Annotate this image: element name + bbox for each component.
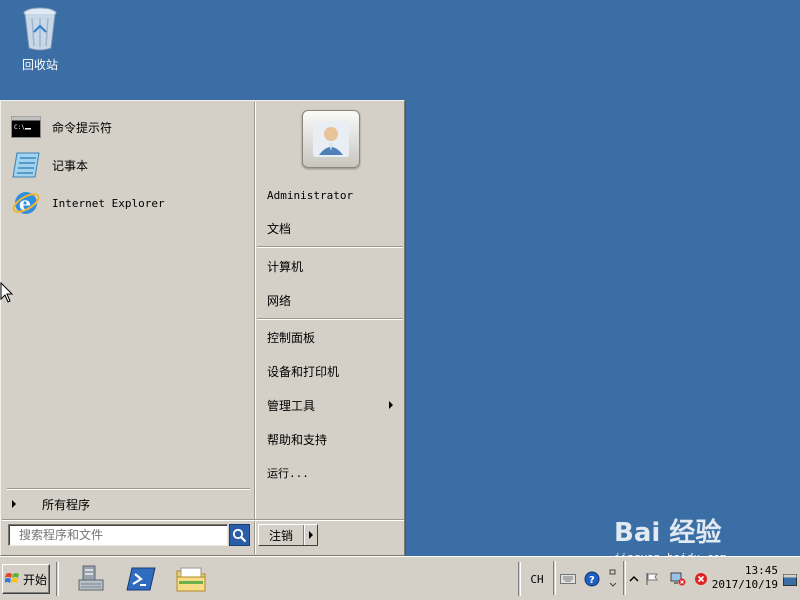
right-item-label: 运行... — [267, 467, 309, 480]
user-avatar[interactable] — [302, 110, 360, 168]
system-clock[interactable]: 13:45 2017/10/19 — [712, 564, 778, 592]
divider — [623, 561, 626, 595]
right-item-label: 控制面板 — [267, 330, 316, 345]
start-menu-programs-pane: C:\ 命令提示符 记事本 e Internet Explorer — [2, 102, 254, 520]
recycle-bin-shortcut[interactable]: 回收站 — [14, 6, 66, 73]
svg-text:?: ? — [589, 575, 595, 586]
help-tray-button[interactable]: ? — [583, 570, 601, 588]
explorer-folder-icon — [176, 567, 206, 592]
taskbar: 开始 CH ? 13:45 2017/10/19 — [0, 556, 800, 600]
right-item-help-support[interactable]: 帮助和支持 — [267, 426, 401, 452]
program-item-notepad[interactable]: 记事本 — [10, 148, 250, 182]
start-label: 开始 — [22, 572, 47, 587]
volume-tray-button[interactable] — [693, 571, 709, 587]
start-button[interactable]: 开始 — [2, 564, 50, 594]
mouse-cursor-icon — [0, 282, 14, 303]
right-item-label: 管理工具 — [267, 398, 316, 413]
system-tray: CH ? 13:45 2017/10/19 — [523, 561, 798, 597]
program-item-cmd[interactable]: C:\ 命令提示符 — [10, 110, 250, 144]
search-icon — [232, 528, 247, 542]
show-desktop-icon — [783, 574, 797, 586]
logoff-button[interactable]: 注销 — [258, 524, 318, 546]
shutdown-options-button[interactable] — [305, 525, 317, 545]
clock-date: 2017/10/19 — [711, 578, 778, 591]
program-item-ie[interactable]: e Internet Explorer — [10, 186, 250, 220]
chevron-up-icon — [629, 575, 639, 582]
network-disconnected-icon — [670, 572, 686, 586]
all-programs-label: 所有程序 — [42, 497, 91, 512]
watermark-brand: Bai 经验 — [614, 518, 722, 548]
right-item-label: 设备和打印机 — [267, 364, 340, 379]
user-name: Administrator — [267, 188, 354, 202]
right-item-label: 计算机 — [267, 259, 304, 274]
divider — [56, 562, 59, 596]
right-item-label: 帮助和支持 — [267, 432, 328, 447]
language-indicator[interactable]: CH — [527, 571, 547, 587]
right-item-control-panel[interactable]: 控制面板 — [267, 324, 401, 350]
logoff-label: 注销 — [268, 528, 293, 543]
recycle-bin-label: 回收站 — [21, 58, 58, 72]
chevron-right-icon — [389, 401, 393, 409]
all-programs-button[interactable]: 所有程序 — [9, 493, 249, 515]
right-item-label: 文档 — [267, 221, 292, 236]
server-manager-icon — [78, 565, 104, 591]
divider — [553, 561, 556, 595]
divider — [257, 246, 403, 248]
taskbar-app-explorer[interactable] — [172, 561, 210, 597]
taskbar-app-powershell[interactable] — [122, 561, 160, 597]
user-icon — [313, 121, 349, 157]
recycle-bin-icon — [23, 7, 57, 51]
cmd-icon: C:\ — [10, 111, 42, 143]
error-icon — [695, 573, 707, 585]
chevron-right-icon — [309, 531, 313, 539]
divider — [7, 488, 250, 490]
notepad-icon — [10, 149, 42, 181]
chevron-right-icon — [12, 500, 16, 508]
taskbar-app-server-manager[interactable] — [72, 561, 110, 597]
keyboard-tray-button[interactable] — [559, 571, 577, 587]
language-bar-icon — [609, 569, 617, 587]
flag-icon — [646, 573, 658, 585]
start-menu: C:\ 命令提示符 记事本 e Internet Explorer 所有程序 A… — [0, 100, 405, 556]
right-item-devices-printers[interactable]: 设备和打印机 — [267, 358, 401, 384]
ie-icon: e — [10, 187, 42, 219]
program-label: Internet Explorer — [52, 196, 165, 210]
program-label: 命令提示符 — [52, 120, 113, 135]
divider — [257, 318, 403, 320]
help-icon: ? — [584, 571, 600, 587]
search-button[interactable] — [229, 524, 250, 546]
divider — [518, 562, 521, 596]
search-input[interactable] — [8, 524, 228, 546]
right-item-documents[interactable]: 文档 — [267, 215, 401, 241]
user-name-link[interactable]: Administrator — [267, 182, 401, 208]
divider — [2, 519, 404, 521]
pane-divider — [254, 102, 256, 554]
keyboard-icon — [560, 574, 576, 584]
show-hidden-icons-button[interactable] — [628, 571, 640, 587]
powershell-icon — [126, 567, 156, 591]
action-center-button[interactable] — [643, 571, 661, 587]
right-item-admin-tools[interactable]: 管理工具 — [267, 392, 401, 418]
program-label: 记事本 — [52, 158, 89, 173]
right-item-label: 网络 — [267, 293, 292, 308]
show-desktop-button[interactable] — [782, 573, 798, 587]
right-item-network[interactable]: 网络 — [267, 287, 401, 313]
right-item-computer[interactable]: 计算机 — [267, 253, 401, 279]
language-bar-toggle[interactable] — [607, 565, 619, 593]
clock-time: 13:45 — [744, 564, 778, 577]
network-tray-button[interactable] — [669, 571, 687, 587]
windows-logo-icon — [4, 573, 19, 583]
svg-text:C:\: C:\ — [14, 124, 25, 131]
right-item-run[interactable]: 运行... — [267, 460, 401, 486]
